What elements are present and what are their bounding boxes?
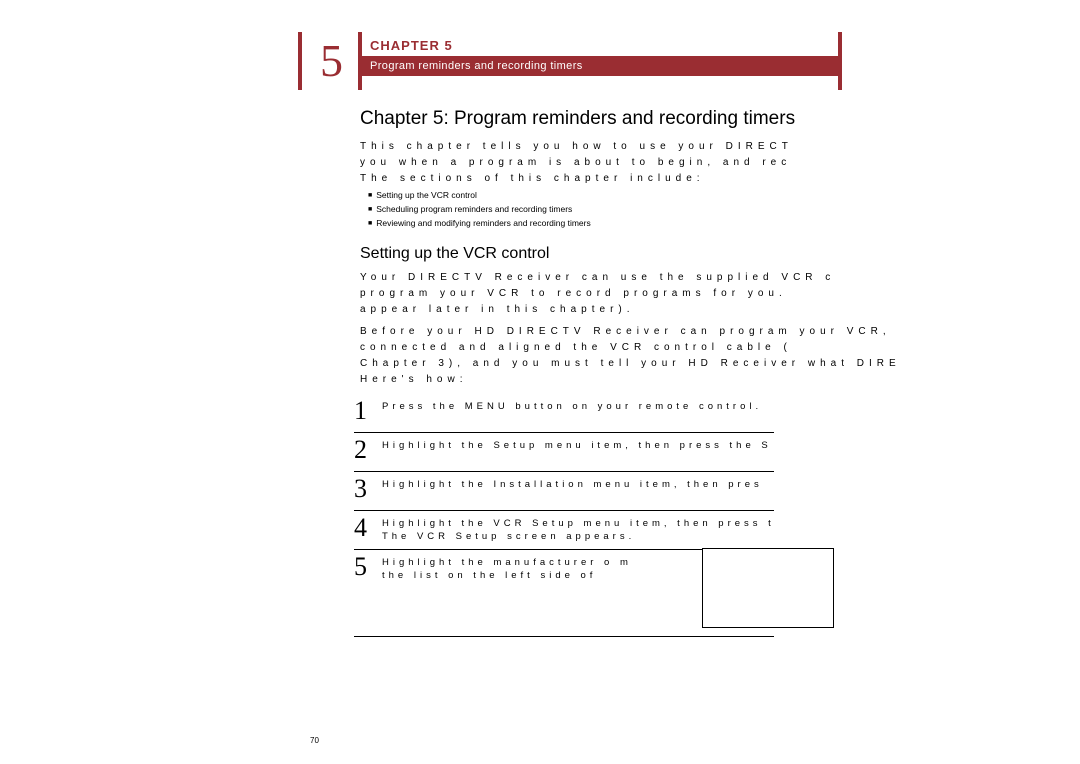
header-rule-right (838, 32, 842, 90)
bullet-item: Scheduling program reminders and recordi… (368, 203, 898, 217)
section-heading: Setting up the VCR control (360, 245, 898, 263)
body-line: appear later in this chapter). (360, 303, 898, 316)
step-text: Highlight the Installation menu item, th… (382, 476, 763, 491)
body-line: Chapter 3), and you must tell your HD Re… (360, 357, 898, 370)
step-text-line: The VCR Setup screen appears. (382, 530, 774, 543)
intro-line: This chapter tells you how to use your D… (360, 140, 898, 153)
figure-placeholder (702, 548, 834, 628)
header-rule-left (298, 32, 302, 90)
bullet-item: Reviewing and modifying reminders and re… (368, 217, 898, 231)
page-number: 70 (310, 736, 319, 745)
step-text-line: Highlight the manufacturer o m (382, 556, 632, 569)
bullet-list: Setting up the VCR control Scheduling pr… (368, 189, 898, 231)
step-row: 1 Press the MENU button on your remote c… (354, 394, 774, 433)
chapter-number: 5 (320, 34, 343, 87)
body-line: Before your HD DIRECTV Receiver can prog… (360, 325, 898, 338)
intro-line: you when a program is about to begin, an… (360, 156, 898, 169)
step-number: 5 (354, 554, 382, 580)
step-number: 2 (354, 437, 382, 463)
step-row: 5 Highlight the manufacturer o m the lis… (354, 550, 774, 637)
page-title: Chapter 5: Program reminders and recordi… (360, 108, 898, 130)
step-number: 4 (354, 515, 382, 541)
bullet-item: Setting up the VCR control (368, 189, 898, 203)
body-line: Your DIRECTV Receiver can use the suppli… (360, 271, 898, 284)
steps-list: 1 Press the MENU button on your remote c… (354, 394, 898, 637)
step-number: 1 (354, 398, 382, 424)
document-page: 5 CHAPTER 5 Program reminders and record… (298, 32, 898, 637)
intro-line: The sections of this chapter include: (360, 172, 898, 185)
chapter-header: 5 CHAPTER 5 Program reminders and record… (298, 32, 898, 90)
body-line: program your VCR to record programs for … (360, 287, 898, 300)
body-line: connected and aligned the VCR control ca… (360, 341, 898, 354)
step-row: 3 Highlight the Installation menu item, … (354, 472, 774, 511)
step-text: Press the MENU button on your remote con… (382, 398, 762, 413)
step-text: Highlight the manufacturer o m the list … (382, 554, 632, 582)
step-row: 2 Highlight the Setup menu item, then pr… (354, 433, 774, 472)
step-text: Highlight the VCR Setup menu item, then … (382, 515, 774, 543)
step-row: 4 Highlight the VCR Setup menu item, the… (354, 511, 774, 550)
step-text: Highlight the Setup menu item, then pres… (382, 437, 772, 452)
chapter-label: CHAPTER 5 (370, 38, 453, 53)
step-text-line: the list on the left side of (382, 569, 632, 582)
chapter-subtitle: Program reminders and recording timers (362, 56, 838, 76)
content-area: Chapter 5: Program reminders and recordi… (298, 108, 898, 637)
step-text-line: Highlight the VCR Setup menu item, then … (382, 517, 774, 530)
step-number: 3 (354, 476, 382, 502)
body-line: Here's how: (360, 373, 898, 386)
